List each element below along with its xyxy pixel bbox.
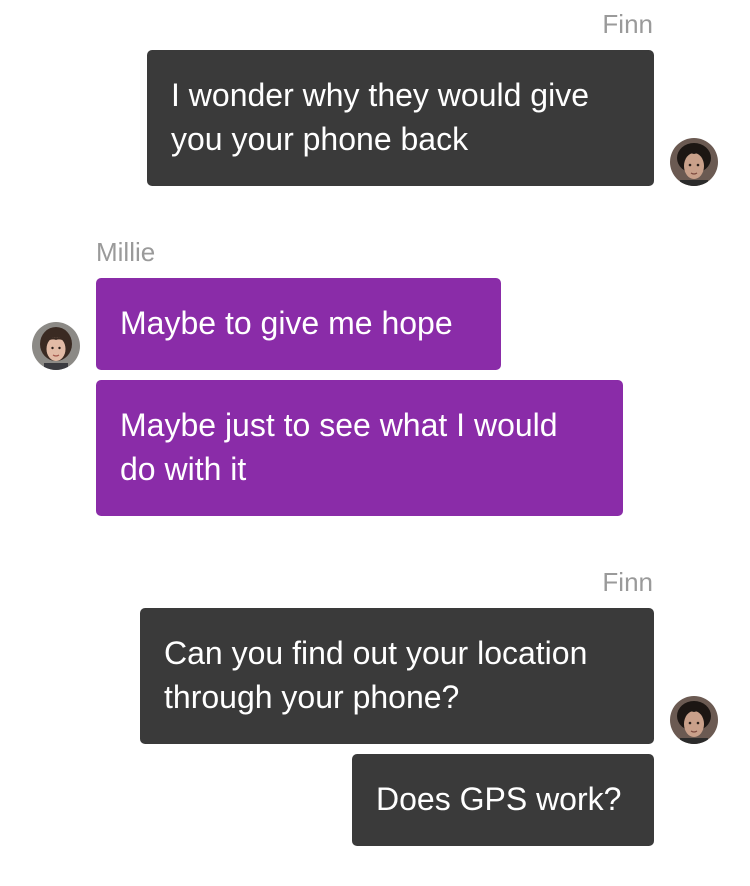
millie-avatar[interactable] <box>32 322 80 370</box>
message-bubble-outgoing[interactable]: Does GPS work? <box>352 754 654 846</box>
message-text: Maybe to give me hope <box>120 305 453 341</box>
message-text: I wonder why they would give you your ph… <box>171 77 589 157</box>
message-text: Can you find out your location through y… <box>164 635 588 715</box>
message-bubble-outgoing[interactable]: Can you find out your location through y… <box>140 608 654 744</box>
message-bubble-incoming[interactable]: Maybe just to see what I would do with i… <box>96 380 623 516</box>
message-bubble-outgoing[interactable]: I wonder why they would give you your ph… <box>147 50 654 186</box>
sender-name-finn: Finn <box>602 9 653 39</box>
sender-name-finn: Finn <box>602 567 653 597</box>
message-text: Maybe just to see what I would do with i… <box>120 407 558 487</box>
sender-name-millie: Millie <box>96 237 156 267</box>
message-bubble-incoming[interactable]: Maybe to give me hope <box>96 278 501 370</box>
message-text: Does GPS work? <box>376 781 622 817</box>
finn-avatar[interactable] <box>670 696 718 744</box>
finn-avatar[interactable] <box>670 138 718 186</box>
